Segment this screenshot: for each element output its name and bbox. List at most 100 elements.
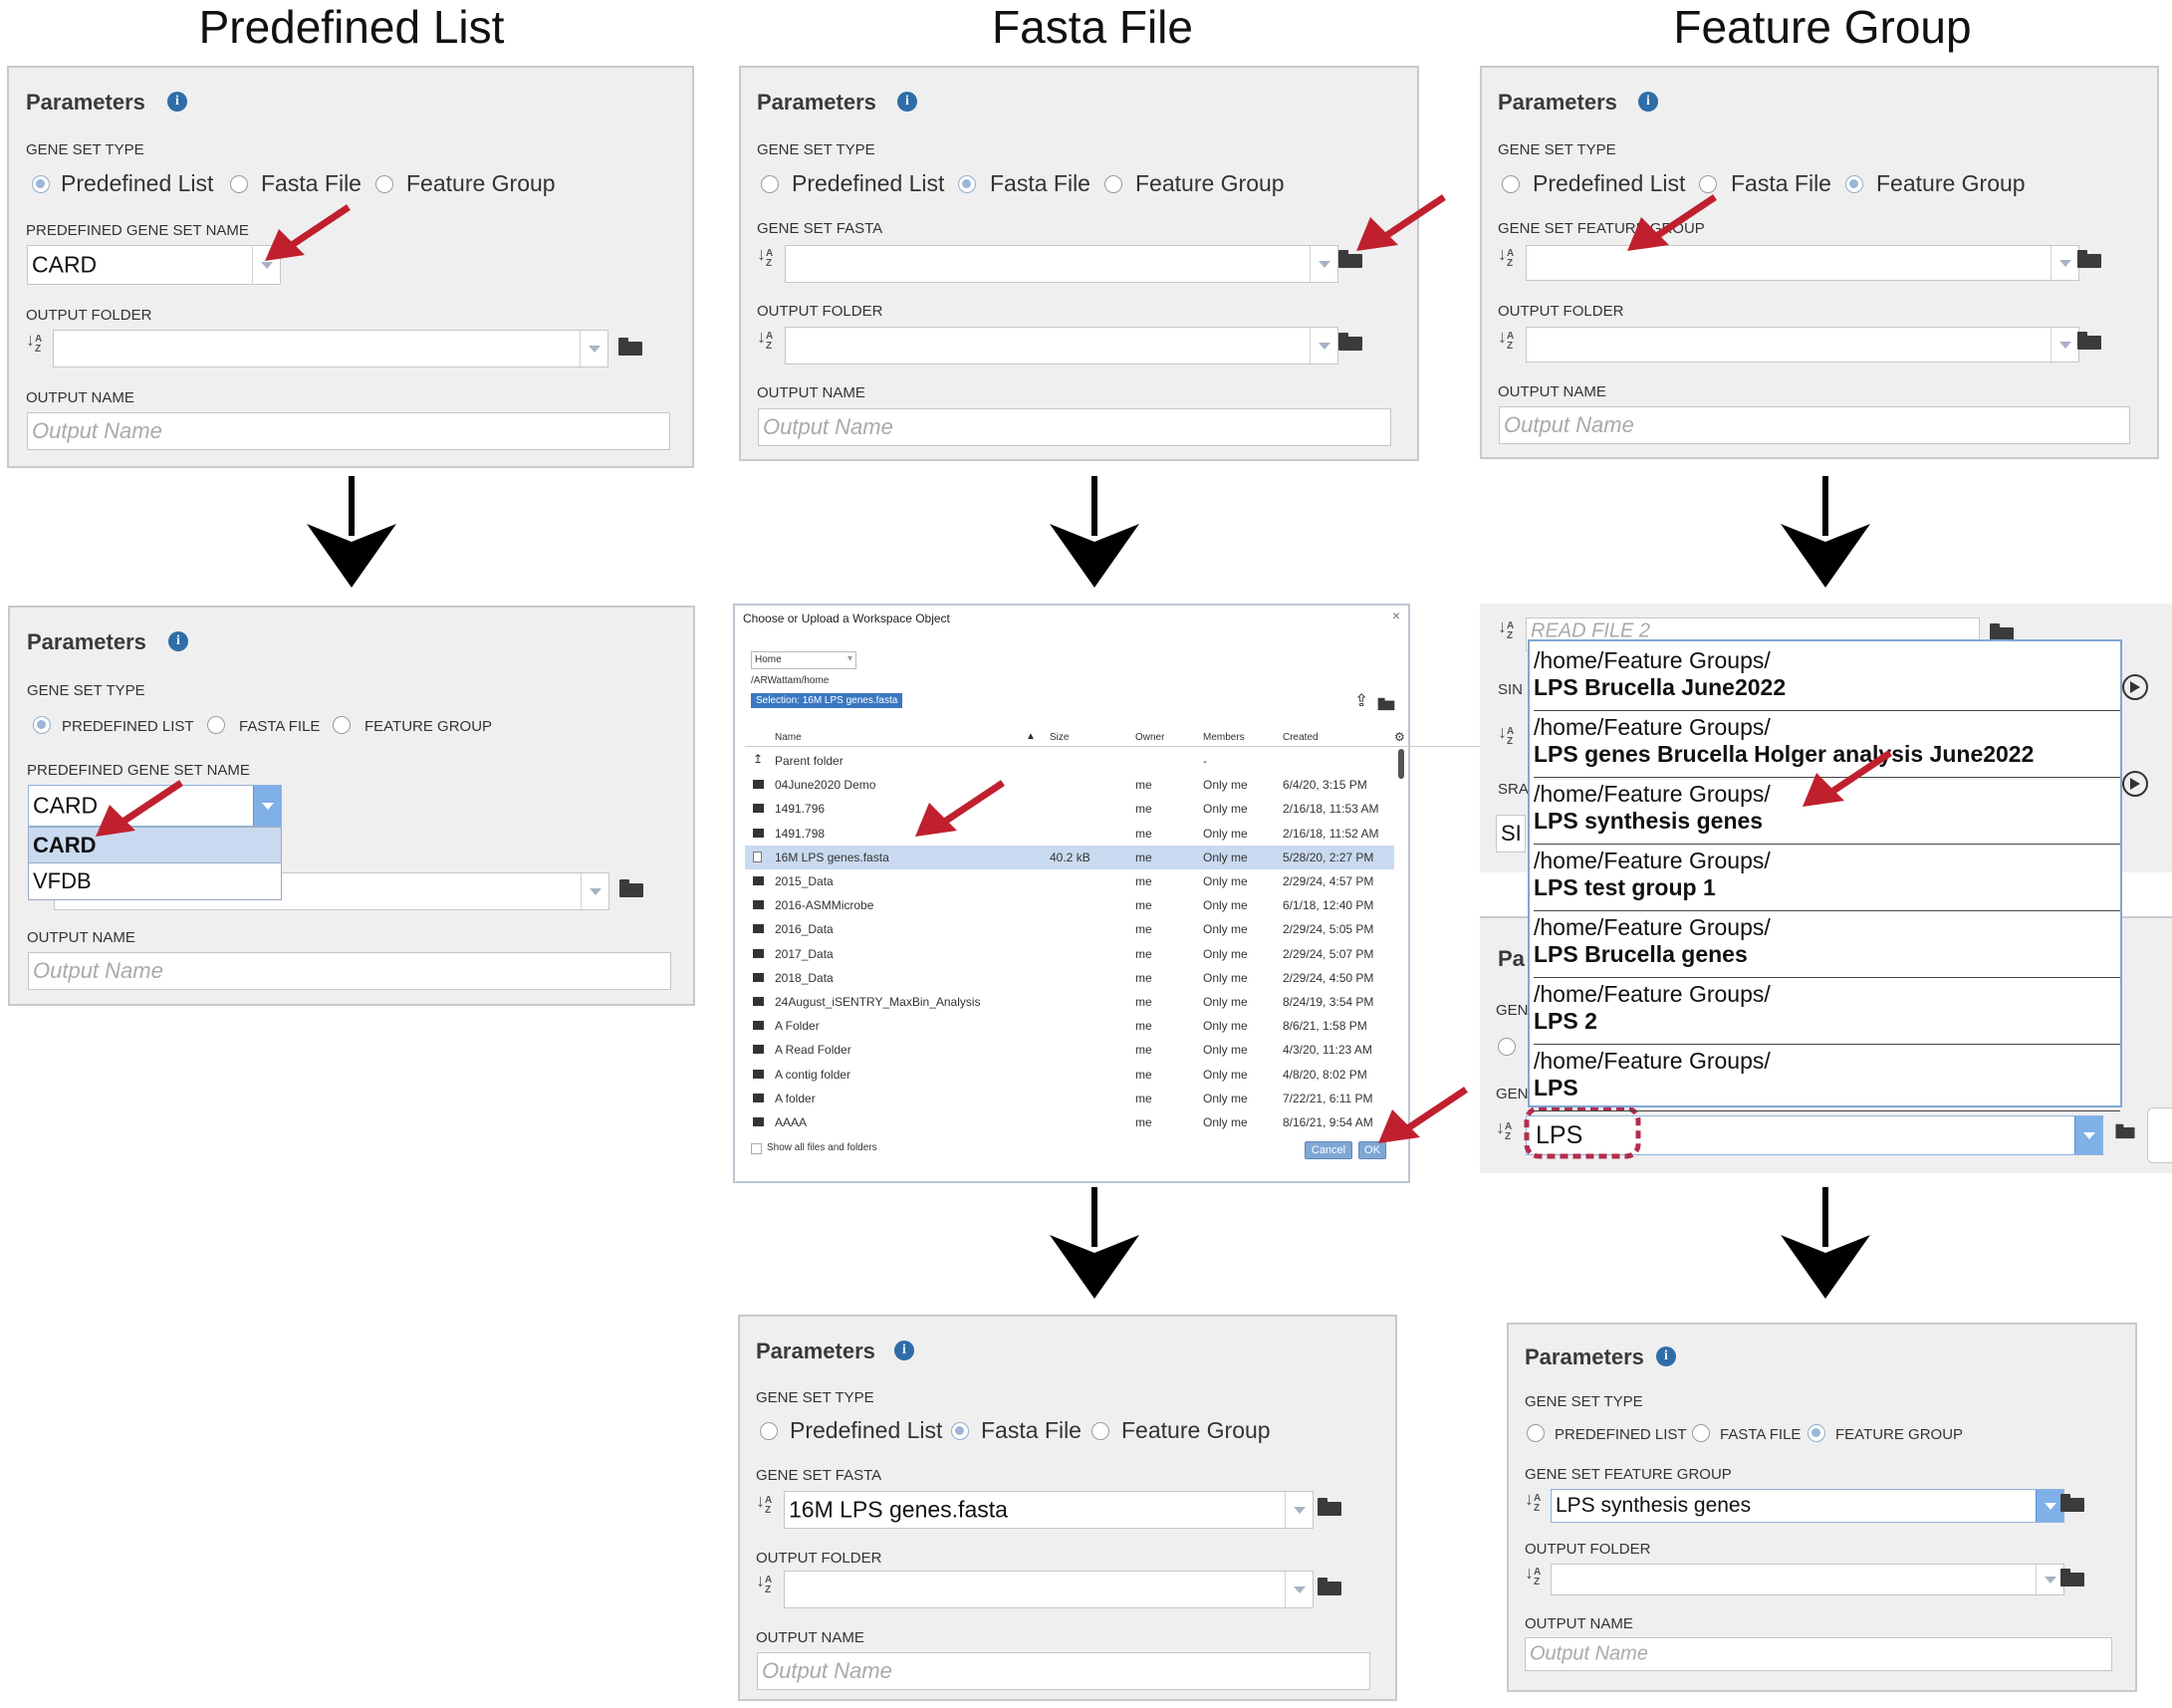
folder-open-icon[interactable] <box>2077 332 2101 350</box>
sort-az-icon[interactable]: ↓AZ <box>1498 328 1514 352</box>
gene-set-fasta-select[interactable] <box>785 245 1338 283</box>
folder-open-icon[interactable] <box>618 338 642 356</box>
table-row[interactable]: 24August_iSENTRY_MaxBin_Analysis me Only m… <box>745 990 1394 1014</box>
feature-group-option[interactable]: /home/Feature Groups/LPS Brucella genes <box>1534 914 2120 978</box>
chevron-down-icon[interactable] <box>1310 246 1337 282</box>
radio-fasta[interactable] <box>958 175 976 193</box>
table-row[interactable]: AAAA me Only me 8/16/21, 9:54 AM <box>745 1110 1394 1134</box>
bg-input[interactable]: SI <box>1496 815 1526 853</box>
chevron-down-icon[interactable] <box>2051 246 2078 280</box>
output-folder-select[interactable] <box>1526 327 2079 363</box>
folder-open-icon[interactable] <box>1318 1498 1341 1516</box>
sort-az-icon[interactable]: ↓AZ <box>1525 1490 1541 1514</box>
radio-feature[interactable] <box>333 716 351 734</box>
arrow-right-circle-icon[interactable] <box>2122 771 2148 797</box>
feature-group-option[interactable]: /home/Feature Groups/LPS Brucella June20… <box>1534 647 2120 711</box>
col-size[interactable]: Size <box>1050 732 1069 743</box>
feature-group-option[interactable]: /home/Feature Groups/LPS test group 1 <box>1534 848 2120 911</box>
folder-open-icon[interactable] <box>2115 1123 2134 1138</box>
output-name-input[interactable]: Output Name <box>757 1652 1370 1690</box>
new-folder-icon[interactable] <box>1377 697 1395 711</box>
col-members[interactable]: Members <box>1203 732 1245 743</box>
radio-feature[interactable] <box>375 175 393 193</box>
sort-az-icon[interactable]: ↓AZ <box>1496 1118 1512 1142</box>
table-row[interactable]: 16M LPS genes.fasta 40.2 kB me Only me 5/28/… <box>745 845 1394 869</box>
col-created[interactable]: Created <box>1283 732 1319 743</box>
radio-fasta[interactable] <box>951 1422 969 1440</box>
close-icon[interactable]: × <box>1392 608 1400 623</box>
sort-az-icon[interactable]: ↓AZ <box>757 245 773 269</box>
chevron-down-icon[interactable] <box>253 786 281 826</box>
chevron-down-icon[interactable] <box>2036 1565 2063 1594</box>
radio-predefined[interactable] <box>33 716 51 734</box>
radio-feature[interactable] <box>1091 1422 1109 1440</box>
output-folder-select[interactable] <box>785 327 1338 365</box>
info-icon[interactable]: i <box>1638 92 1658 112</box>
info-icon[interactable]: i <box>894 1341 914 1360</box>
sort-up-icon[interactable]: ▲ <box>1026 731 1036 742</box>
table-row[interactable]: 2018_Data me Only me 2/29/24, 4:50 PM <box>745 966 1394 990</box>
folder-open-icon[interactable] <box>2060 1494 2084 1512</box>
table-row[interactable]: A contig folder me Only me 4/8/20, 8:02 PM <box>745 1063 1394 1087</box>
radio-feature[interactable] <box>1845 175 1863 193</box>
radio-feature[interactable] <box>1104 175 1122 193</box>
info-icon[interactable]: i <box>167 92 187 112</box>
radio-predefined[interactable] <box>32 175 50 193</box>
radio-feature[interactable] <box>1808 1424 1825 1442</box>
chevron-down-icon[interactable] <box>581 873 608 909</box>
sort-az-icon[interactable]: ↓AZ <box>757 328 773 352</box>
output-name-input[interactable]: Output Name <box>1525 1637 2112 1671</box>
table-row[interactable]: 2015_Data me Only me 2/29/24, 4:57 PM <box>745 869 1394 893</box>
feature-group-select[interactable]: LPS synthesis genes <box>1551 1489 2064 1523</box>
folder-open-icon[interactable] <box>1338 333 1362 351</box>
show-all-checkbox[interactable] <box>751 1143 762 1154</box>
info-icon[interactable]: i <box>897 92 917 112</box>
sort-az-icon[interactable]: ↓AZ <box>1525 1564 1541 1587</box>
output-name-input[interactable]: Output Name <box>27 412 670 450</box>
chevron-down-icon[interactable] <box>1285 1572 1313 1607</box>
table-row[interactable]: A folder me Only me 7/22/21, 6:11 PM <box>745 1087 1394 1110</box>
table-row[interactable]: 04June2020 Demo me Only me 6/4/20, 3:15 PM <box>745 773 1394 797</box>
chevron-down-icon[interactable] <box>2036 1490 2063 1522</box>
output-name-input[interactable]: Output Name <box>28 952 671 990</box>
upload-icon[interactable]: ⇪ <box>1354 691 1368 711</box>
output-folder-select[interactable] <box>53 330 608 367</box>
col-owner[interactable]: Owner <box>1135 732 1164 743</box>
cancel-button[interactable]: Cancel <box>1305 1141 1352 1159</box>
info-icon[interactable]: i <box>1656 1346 1676 1366</box>
table-row[interactable]: 2016-ASMMicrobe me Only me 6/1/18, 12:40 PM <box>745 893 1394 917</box>
chevron-down-icon[interactable] <box>2051 328 2078 362</box>
output-name-input[interactable]: Output Name <box>1499 406 2130 444</box>
table-row[interactable]: 1491.798 me Only me 2/16/18, 11:52 AM <box>745 822 1394 846</box>
arrow-right-circle-icon[interactable] <box>2122 674 2148 700</box>
chevron-down-icon[interactable] <box>580 331 607 366</box>
table-row[interactable]: 2016_Data me Only me 2/29/24, 5:05 PM <box>745 917 1394 941</box>
feature-group-select[interactable] <box>1526 245 2079 281</box>
output-folder-select[interactable] <box>784 1571 1314 1608</box>
sort-az-icon[interactable]: ↓AZ <box>1498 245 1514 269</box>
gene-set-name-select[interactable]: CARD <box>27 245 281 285</box>
info-icon[interactable]: i <box>168 631 188 651</box>
table-row[interactable]: A Read Folder me Only me 4/3/20, 11:23 AM <box>745 1038 1394 1062</box>
chevron-down-icon[interactable] <box>1310 328 1337 364</box>
folder-open-icon[interactable] <box>2077 250 2101 268</box>
scrollbar-thumb[interactable] <box>1398 749 1404 779</box>
output-folder-select[interactable] <box>1551 1564 2064 1595</box>
sort-az-icon[interactable]: ↓AZ <box>26 331 42 355</box>
dropdown-option[interactable]: VFDB <box>29 863 281 899</box>
gene-set-fasta-select[interactable]: 16M LPS genes.fasta <box>784 1491 1314 1529</box>
settings-icon[interactable]: ⚙ <box>1394 730 1405 744</box>
feature-group-option[interactable]: /home/Feature Groups/LPS <box>1534 1048 2120 1111</box>
sort-az-icon[interactable]: ↓AZ <box>1498 723 1514 747</box>
radio-predefined[interactable] <box>1502 175 1520 193</box>
radio-predefined[interactable] <box>1498 1038 1516 1056</box>
chevron-down-icon[interactable] <box>1285 1492 1313 1528</box>
folder-open-icon[interactable] <box>619 879 643 897</box>
feature-group-option[interactable]: /home/Feature Groups/LPS 2 <box>1534 981 2120 1045</box>
output-name-input[interactable]: Output Name <box>758 408 1391 446</box>
folder-open-icon[interactable] <box>1318 1578 1341 1595</box>
sort-az-icon[interactable]: ↓AZ <box>1498 617 1514 641</box>
location-select[interactable]: Home ▾ <box>751 651 856 669</box>
table-row[interactable]: ↥ Parent folder - <box>745 749 1394 773</box>
table-row[interactable]: A Folder me Only me 8/6/21, 1:58 PM <box>745 1014 1394 1038</box>
